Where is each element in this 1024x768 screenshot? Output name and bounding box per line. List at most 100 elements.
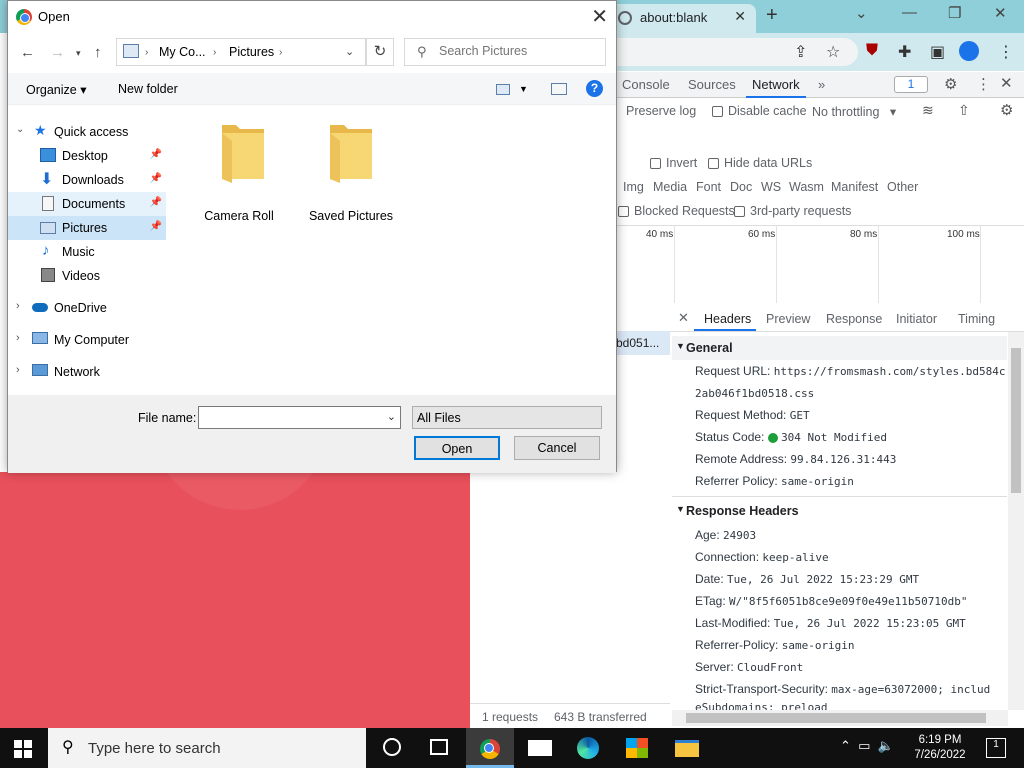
blocked-requests-checkbox[interactable]: Blocked Requests: [618, 204, 735, 218]
recent-locations-icon[interactable]: ▾: [76, 48, 81, 59]
tab-sources[interactable]: Sources: [688, 77, 736, 92]
throttling-select[interactable]: No throttling ▾: [812, 104, 896, 119]
share-icon[interactable]: ⇪: [794, 42, 807, 62]
request-row[interactable]: bd051...: [608, 331, 670, 355]
filter-doc[interactable]: Doc: [730, 180, 752, 194]
mail-icon[interactable]: [528, 740, 552, 756]
clock-time: 6:19 PM: [918, 734, 962, 746]
menu-icon[interactable]: ⋮: [998, 42, 1014, 62]
extension-badge-icon[interactable]: ⛊: [866, 42, 878, 60]
sidebar-item-my-computer[interactable]: › My Computer: [8, 328, 166, 352]
filter-manifest[interactable]: Manifest: [831, 180, 878, 194]
sidebar-item-documents[interactable]: Documents 📌: [8, 192, 166, 216]
wifi-icon[interactable]: ≋: [922, 102, 934, 119]
filter-media[interactable]: Media: [653, 180, 687, 194]
edge-icon[interactable]: [577, 737, 599, 759]
forward-icon[interactable]: →: [50, 44, 65, 61]
general-section-header[interactable]: ▼ General: [672, 336, 1007, 360]
hide-data-urls-checkbox[interactable]: Hide data URLs: [708, 156, 812, 170]
breadcrumb-item[interactable]: My Co...: [159, 45, 206, 59]
invert-checkbox[interactable]: Invert: [650, 156, 697, 170]
file-type-select[interactable]: All Files ⌄: [412, 406, 602, 429]
explorer-icon[interactable]: [675, 740, 699, 757]
kebab-icon[interactable]: ⋮: [976, 75, 991, 93]
disable-cache-checkbox[interactable]: Disable cache: [712, 104, 807, 118]
chevron-down-icon[interactable]: ▼: [519, 84, 528, 94]
response-headers-section-header[interactable]: ▼ Response Headers: [672, 499, 1007, 523]
new-folder-button[interactable]: New folder: [118, 82, 178, 96]
tab-response[interactable]: Response: [826, 312, 882, 326]
organize-button[interactable]: Organize ▾: [26, 82, 86, 97]
extension-icon[interactable]: ✚: [898, 42, 911, 62]
tab-preview[interactable]: Preview: [766, 312, 810, 326]
sidebar-item-network[interactable]: › Network: [8, 360, 166, 384]
gear-icon[interactable]: ⚙: [944, 75, 957, 93]
filter-font[interactable]: Font: [696, 180, 721, 194]
search-input[interactable]: [439, 44, 599, 58]
view-options-icon[interactable]: [496, 84, 510, 95]
close-detail-icon[interactable]: ✕: [678, 310, 689, 326]
back-icon[interactable]: ←: [20, 44, 35, 61]
chevron-down-icon[interactable]: ⌄: [855, 4, 868, 22]
preserve-log-label[interactable]: Preserve log: [626, 104, 696, 118]
close-window-icon[interactable]: ✕: [994, 4, 1007, 22]
address-path[interactable]: › My Co... › Pictures › ⌄: [116, 38, 366, 66]
filter-other[interactable]: Other: [887, 180, 918, 194]
sidebar-item-videos[interactable]: Videos: [8, 264, 166, 288]
close-devtools-icon[interactable]: ✕: [1000, 74, 1013, 92]
system-tray[interactable]: ⌃ ▭ 🔈: [840, 738, 894, 754]
taskbar-search[interactable]: ⚲ Type here to search: [48, 728, 366, 768]
new-tab-button[interactable]: +: [766, 4, 778, 27]
refresh-icon[interactable]: ↻: [366, 38, 394, 66]
sidebar-item-quick-access[interactable]: ⌄ ★ Quick access: [8, 120, 166, 144]
header-row: Referrer-Policy: same-origin: [695, 638, 855, 652]
chevron-down-icon[interactable]: ⌄: [345, 45, 354, 58]
settings-icon[interactable]: ⚙: [1000, 101, 1013, 119]
more-tabs-icon[interactable]: »: [818, 77, 825, 92]
profile-icon[interactable]: [959, 41, 979, 61]
sidebar-item-onedrive[interactable]: › OneDrive: [8, 296, 166, 320]
file-name-input[interactable]: ⌄: [198, 406, 401, 429]
tab-headers[interactable]: Headers: [704, 312, 751, 326]
breadcrumb-item[interactable]: Pictures: [229, 45, 274, 59]
up-icon[interactable]: ↑: [94, 44, 102, 61]
preview-pane-icon[interactable]: [551, 83, 567, 95]
sidebar-item-music[interactable]: ♪ Music: [8, 240, 166, 264]
tab-console[interactable]: Console: [622, 77, 670, 92]
search-box[interactable]: ⚲: [404, 38, 606, 66]
messages-badge[interactable]: 1: [894, 76, 928, 93]
close-icon[interactable]: ✕: [591, 4, 608, 29]
filter-wasm[interactable]: Wasm: [789, 180, 824, 194]
tab-timing[interactable]: Timing: [958, 312, 995, 326]
clock[interactable]: 6:19 PM 7/26/2022: [910, 733, 970, 763]
sidebar-item-downloads[interactable]: ⬇ Downloads 📌: [8, 168, 166, 192]
maximize-icon[interactable]: ❐: [948, 4, 961, 22]
notification-icon[interactable]: 1: [986, 738, 1006, 758]
tab-network[interactable]: Network: [752, 77, 800, 92]
folder-item[interactable]: Camera Roll: [188, 105, 288, 223]
tab-initiator[interactable]: Initiator: [896, 312, 937, 326]
browser-tab[interactable]: about:blank ✕: [608, 4, 756, 33]
help-icon[interactable]: ?: [586, 80, 603, 97]
taskbar-chrome[interactable]: [466, 728, 514, 768]
minimize-icon[interactable]: —: [902, 4, 917, 21]
sidebar-item-pictures[interactable]: Pictures 📌: [8, 216, 166, 240]
store-icon[interactable]: [626, 738, 648, 758]
sidebar-icon[interactable]: ▣: [930, 42, 945, 62]
scrollbar-thumb[interactable]: [686, 713, 986, 723]
open-button[interactable]: Open: [414, 436, 500, 460]
filter-ws[interactable]: WS: [761, 180, 781, 194]
windows-icon[interactable]: [14, 740, 32, 758]
third-party-checkbox[interactable]: 3rd-party requests: [734, 204, 851, 218]
upload-icon[interactable]: ⇧: [958, 102, 970, 119]
sidebar-item-desktop[interactable]: Desktop 📌: [8, 144, 166, 168]
close-tab-icon[interactable]: ✕: [734, 8, 746, 25]
cortana-icon[interactable]: [383, 738, 401, 756]
address-bar[interactable]: [608, 38, 858, 66]
folder-item[interactable]: Saved Pictures: [296, 105, 396, 223]
cancel-button[interactable]: Cancel: [514, 436, 600, 460]
filter-img[interactable]: Img: [623, 180, 644, 194]
scrollbar-thumb[interactable]: [1011, 348, 1021, 493]
star-icon[interactable]: ☆: [826, 42, 840, 62]
task-view-icon[interactable]: [430, 739, 448, 755]
